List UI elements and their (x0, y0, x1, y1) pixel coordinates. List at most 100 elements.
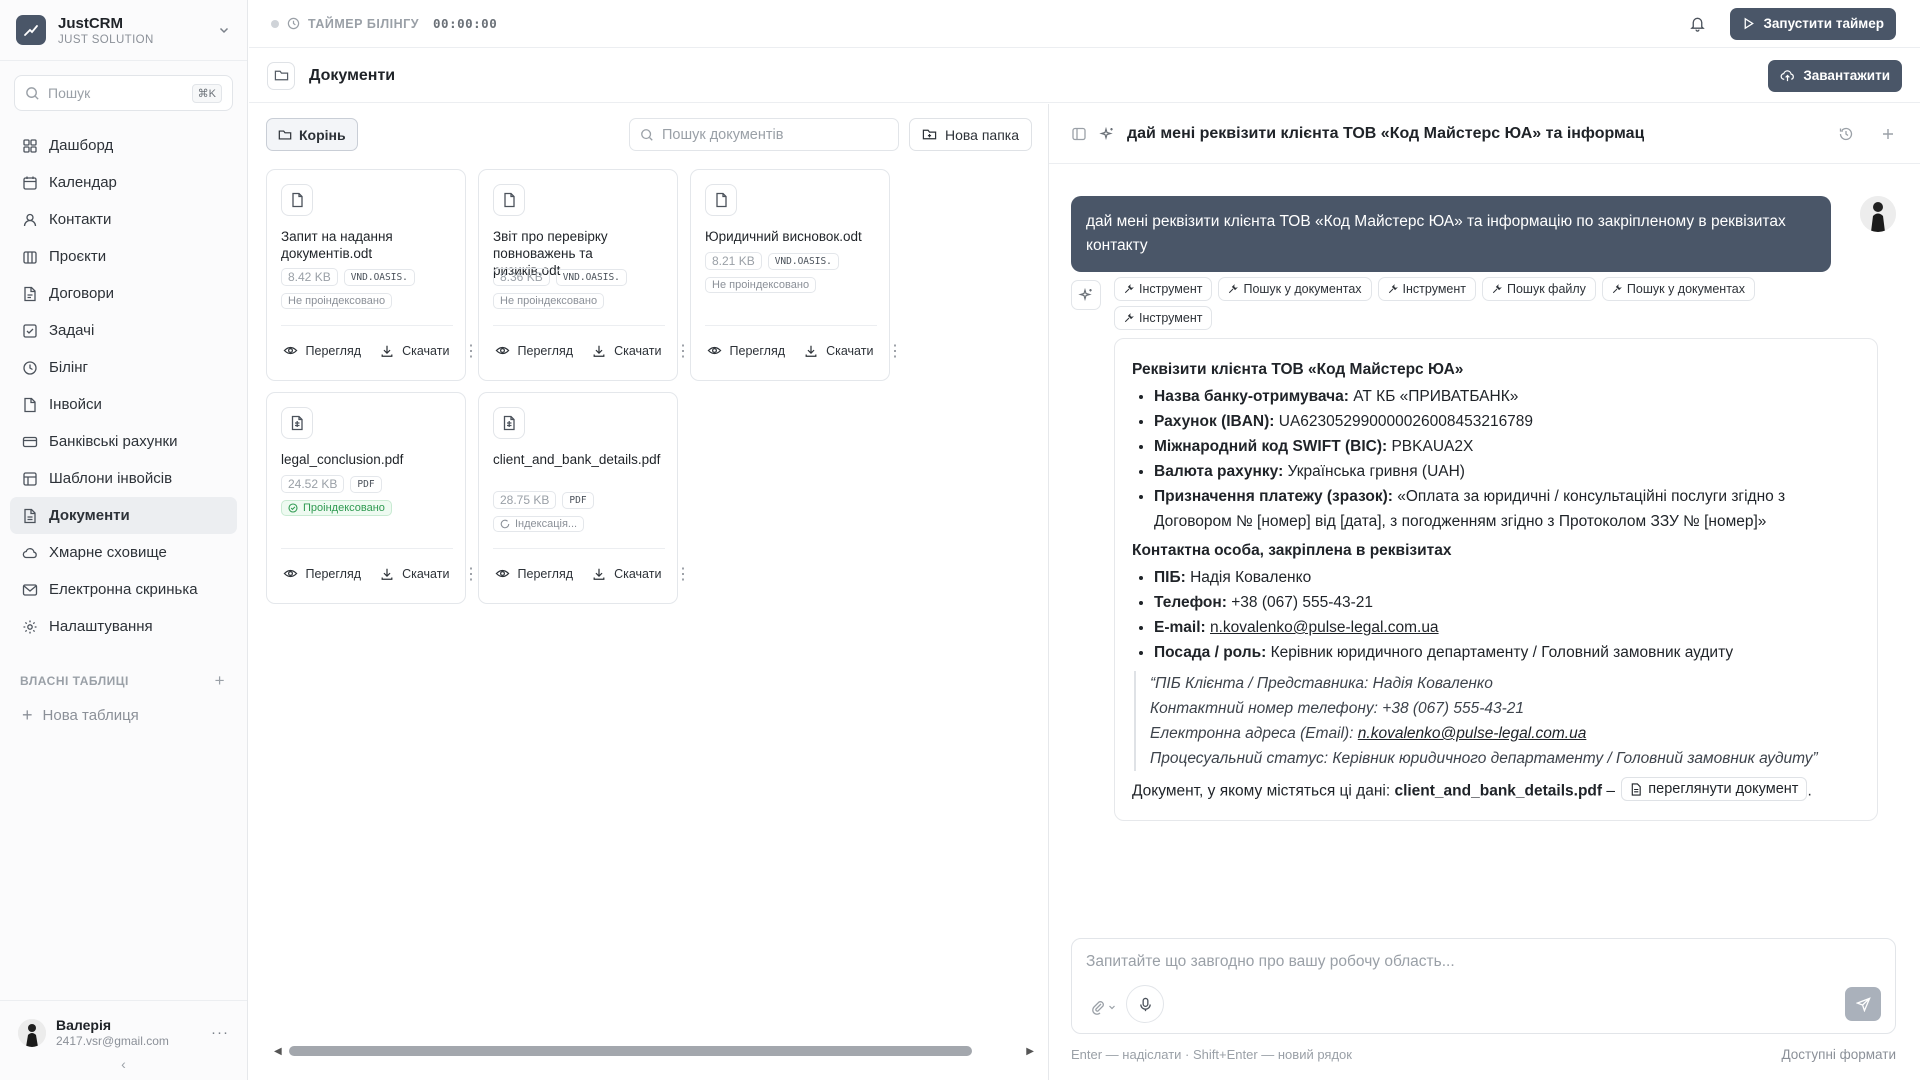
quote-line: Процесуальний статус: Керівник юридичног… (1150, 750, 1818, 767)
new-folder-label: Нова папка (944, 126, 1019, 143)
available-formats-link[interactable]: Доступні формати (1782, 1047, 1897, 1062)
tool-call-chip[interactable]: Пошук у документах (1601, 277, 1756, 301)
page-header: Документи Завантажити (249, 49, 1920, 103)
horizontal-scrollbar[interactable]: ◀ ▶ (274, 1044, 1034, 1058)
more-vertical-icon[interactable]: ⋮ (887, 344, 903, 360)
sidebar-item-calendar[interactable]: Календар (10, 164, 237, 201)
new-folder-button[interactable]: Нова папка (908, 118, 1032, 151)
detail-key: E-mail: (1154, 619, 1206, 636)
sidebar-item-invoices[interactable]: Інвойси (10, 386, 237, 423)
download-button[interactable]: Скачати (592, 567, 661, 581)
panel-toggle-icon[interactable] (1071, 126, 1087, 142)
sidebar-item-projects[interactable]: Проєкти (10, 238, 237, 275)
tool-call-chip[interactable]: Інструмент (1377, 277, 1476, 301)
download-button[interactable]: Скачати (804, 344, 873, 358)
view-button[interactable]: Перегляд (707, 343, 785, 358)
view-button[interactable]: Перегляд (495, 566, 573, 581)
bell-icon[interactable] (1689, 15, 1706, 32)
tool-call-chip[interactable]: Пошук у документах (1218, 277, 1372, 301)
download-button[interactable]: Скачати (380, 344, 449, 358)
file-name[interactable]: client_and_bank_details.pdf (493, 451, 661, 468)
document-card[interactable]: Юридичний висновок.odt 8.21 KB VND.OASIS. Н… (690, 169, 903, 381)
answer-heading-bank: Реквізити клієнта ТОВ «Код Майстерс ЮА» (1132, 361, 1464, 378)
sidebar-item-cloud[interactable]: Хмарне сховище (10, 534, 237, 571)
document-card[interactable]: Запит на надання документів.odt 8.42 KB VN… (266, 169, 479, 381)
file-name[interactable]: Юридичний висновок.odt (705, 228, 873, 245)
more-vertical-icon[interactable]: ⋮ (675, 344, 691, 360)
detail-item: Призначення платежу (зразок): «Оплата за… (1154, 484, 1860, 534)
view-button[interactable]: Перегляд (495, 343, 573, 358)
eye-icon (283, 566, 298, 581)
quote-email-label: Електронна адреса (Email): (1150, 725, 1358, 742)
download-button[interactable]: Скачати (592, 344, 661, 358)
index-status-label: Проіндексовано (303, 502, 385, 514)
sidebar-item-settings[interactable]: Налаштування (10, 608, 237, 645)
download-label: Скачати (402, 343, 450, 358)
more-vertical-icon[interactable]: ⋮ (463, 567, 479, 583)
download-icon (804, 344, 818, 358)
scrollbar-thumb[interactable] (289, 1046, 972, 1056)
eye-icon (283, 343, 298, 358)
start-timer-label: Запустити таймер (1763, 16, 1884, 31)
sidebar-item-contacts[interactable]: Контакти (10, 201, 237, 238)
user-profile[interactable]: Валерія 2417.vsr@gmail.com ··· (0, 1000, 247, 1048)
document-card[interactable]: legal_conclusion.pdf 24.52 KB PDF Проіндекс… (266, 392, 479, 604)
eye-icon (495, 566, 510, 581)
tool-call-label: Пошук у документах (1626, 282, 1746, 296)
mail-icon (22, 582, 38, 598)
document-search-input[interactable]: Пошук документів (628, 118, 899, 151)
download-icon (592, 567, 606, 581)
document-card[interactable]: Звіт про перевірку повноважень та ризикі… (478, 169, 691, 381)
scroll-left-icon[interactable]: ◀ (274, 1046, 282, 1057)
chat-composer[interactable]: Запитайте що завгодно про вашу робочу об… (1071, 938, 1896, 1034)
sidebar-item-documents[interactable]: Документи (10, 497, 237, 534)
new-chat-icon[interactable] (1880, 126, 1896, 142)
file-name[interactable]: legal_conclusion.pdf (281, 451, 449, 468)
index-status-label: Не проіндексовано (712, 279, 810, 291)
sidebar-item-label: Білінг (49, 359, 89, 376)
upload-button[interactable]: Завантажити (1768, 59, 1902, 92)
sidebar-item-contracts[interactable]: Договори (10, 275, 237, 312)
email-link[interactable]: n.kovalenko@pulse-legal.com.ua (1210, 619, 1439, 636)
more-vertical-icon[interactable]: ⋮ (675, 567, 691, 583)
microphone-icon[interactable] (1126, 985, 1164, 1023)
sidebar-item-tasks[interactable]: Задачі (10, 312, 237, 349)
download-button[interactable]: Скачати (380, 567, 449, 581)
sidebar-search[interactable]: Пошук ⌘K (14, 75, 233, 111)
tool-call-chip[interactable]: Пошук файлу (1482, 277, 1596, 301)
sidebar-nav: Дашборд Календар Контакти Проєкти Договори За… (0, 123, 247, 649)
more-vertical-icon[interactable]: ⋮ (463, 344, 479, 360)
sidebar-item-mail[interactable]: Електронна скринька (10, 571, 237, 608)
quote-email-link[interactable]: n.kovalenko@pulse-legal.com.ua (1358, 725, 1587, 742)
paperclip-icon[interactable] (1090, 999, 1116, 1015)
collapse-sidebar-icon[interactable]: ‹ (0, 1056, 247, 1072)
document-card[interactable]: client_and_bank_details.pdf 28.75 KB PDF Ін… (478, 392, 691, 604)
history-icon[interactable] (1838, 126, 1854, 142)
user-avatar (1860, 196, 1896, 232)
source-document-line: Документ, у якому містяться ці дані: cli… (1132, 777, 1860, 804)
more-icon[interactable]: ··· (211, 1024, 229, 1041)
scroll-right-icon[interactable]: ▶ (1026, 1046, 1034, 1057)
tool-call-chip[interactable]: Інструмент (1114, 306, 1213, 330)
file-name[interactable]: Запит на надання документів.odt (281, 228, 449, 262)
tool-call-chip[interactable]: Інструмент (1114, 277, 1213, 301)
sparkle-icon (1099, 126, 1115, 142)
view-document-label: переглянути документ (1648, 781, 1799, 797)
workspace-switcher[interactable]: JustCRM JUST SOLUTION (0, 0, 247, 60)
chevron-down-icon[interactable] (217, 23, 231, 37)
eye-icon (707, 343, 722, 358)
sidebar-item-dashboard[interactable]: Дашборд (10, 127, 237, 164)
view-button[interactable]: Перегляд (283, 343, 361, 358)
sidebar-item-billing[interactable]: Білінг (10, 349, 237, 386)
new-table-button[interactable]: + Нова таблиця (0, 699, 247, 732)
sidebar-item-bank[interactable]: Банківські рахунки (10, 423, 237, 460)
add-table-icon[interactable]: + (215, 671, 225, 691)
start-timer-button[interactable]: Запустити таймер (1730, 7, 1896, 40)
send-icon[interactable] (1845, 987, 1881, 1021)
sidebar-item-templates[interactable]: Шаблони інвойсів (10, 460, 237, 497)
root-folder-button[interactable]: Корінь (266, 118, 358, 151)
view-document-button[interactable]: переглянути документ (1621, 777, 1808, 801)
tasks-icon (22, 323, 38, 339)
quote-block: “ПІБ Клієнта / Представника: Надія Ковал… (1134, 671, 1860, 771)
view-button[interactable]: Перегляд (283, 566, 361, 581)
